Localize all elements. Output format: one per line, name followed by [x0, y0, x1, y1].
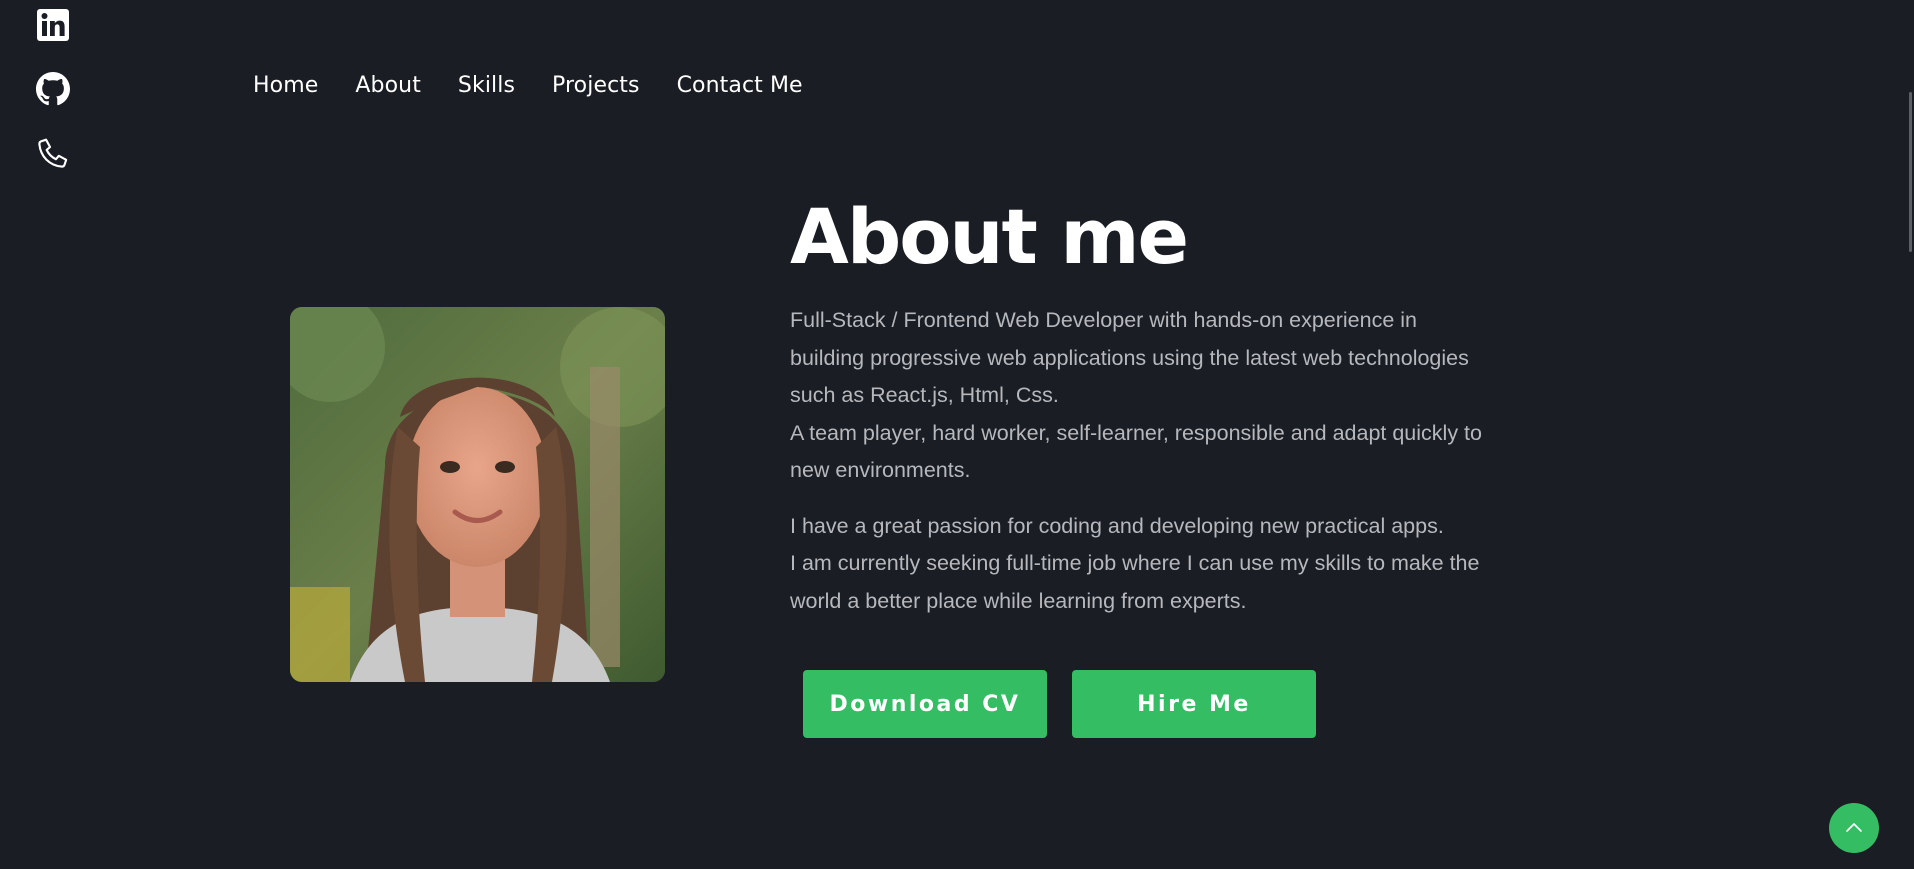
linkedin-link[interactable] [36, 8, 70, 42]
nav-about[interactable]: About [355, 73, 421, 98]
hire-me-button[interactable]: Hire Me [1072, 670, 1316, 738]
action-buttons: Download CV Hire Me [803, 670, 1316, 738]
linkedin-icon [37, 9, 69, 41]
main-nav: Home About Skills Projects Contact Me [253, 73, 803, 98]
about-paragraph-1: Full-Stack / Frontend Web Developer with… [790, 302, 1630, 490]
github-link[interactable] [36, 72, 70, 106]
social-links [36, 8, 70, 170]
page: Home About Skills Projects Contact Me Ab… [0, 0, 1914, 869]
about-line: building progressive web applications us… [790, 345, 1469, 370]
nav-home[interactable]: Home [253, 73, 318, 98]
phone-link[interactable] [36, 136, 70, 170]
about-line: I have a great passion for coding and de… [790, 513, 1444, 538]
nav-projects[interactable]: Projects [552, 73, 640, 98]
chevron-up-icon [1846, 823, 1862, 832]
scrollbar-thumb[interactable] [1909, 92, 1912, 252]
about-line: Full-Stack / Frontend Web Developer with… [790, 308, 1418, 332]
about-title: About me [790, 192, 1189, 281]
scroll-top-button[interactable] [1829, 803, 1879, 853]
nav-contact-me[interactable]: Contact Me [677, 73, 803, 98]
profile-photo [290, 307, 665, 682]
github-icon [36, 72, 70, 106]
nav-skills[interactable]: Skills [458, 73, 515, 98]
about-line: I am currently seeking full-time job whe… [790, 551, 1480, 575]
phone-icon [38, 138, 68, 168]
about-line: new environments. [790, 458, 971, 482]
about-line: world a better place while learning from… [790, 588, 1247, 613]
about-line: A team player, hard worker, self-learner… [790, 420, 1482, 445]
about-line: such as React.js, Html, Css. [790, 383, 1059, 407]
about-paragraph-2: I have a great passion for coding and de… [790, 508, 1630, 621]
download-cv-button[interactable]: Download CV [803, 670, 1047, 738]
about-section: About me Full-Stack / Frontend Web Devel… [790, 192, 1630, 620]
